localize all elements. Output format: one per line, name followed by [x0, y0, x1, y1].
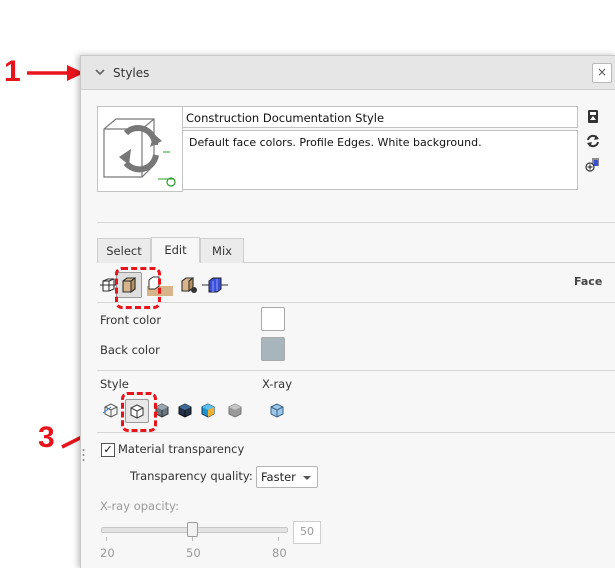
xray-opacity-label: X-ray opacity: [100, 499, 179, 513]
xray-opacity-input[interactable]: 50 [293, 521, 321, 544]
transparency-quality-value: Faster [261, 470, 296, 484]
update-style-icon[interactable] [585, 109, 601, 125]
wireframe-style-icon[interactable] [102, 401, 120, 419]
style-label: Style [100, 377, 129, 391]
close-button[interactable]: × [592, 63, 612, 83]
style-description-input[interactable]: Default face colors. Profile Edges. Whit… [182, 130, 578, 190]
xray-label: X-ray [262, 377, 293, 391]
divider [97, 370, 615, 371]
slider-tick [106, 537, 107, 541]
panel-titlebar[interactable]: Styles × [81, 56, 615, 90]
annotation-highlight-hidden-line [121, 392, 157, 432]
slider-tick [278, 537, 279, 541]
create-style-icon[interactable] [585, 156, 601, 172]
annotation-number-1: 1 [4, 55, 21, 88]
watermark-settings-icon[interactable] [180, 276, 198, 294]
chevron-down-icon[interactable] [93, 65, 107, 79]
annotation-number-3: 3 [38, 421, 55, 454]
monochrome-style-icon[interactable] [226, 401, 244, 419]
style-preview-icon [103, 118, 176, 187]
styles-panel: Styles × Construction Documentation Styl… [80, 55, 615, 568]
resize-handle-icon[interactable] [82, 448, 85, 462]
divider [97, 432, 615, 433]
front-color-label: Front color [100, 313, 162, 327]
tab-mix[interactable]: Mix [200, 238, 244, 263]
face-heading: Face [574, 275, 603, 288]
style-name-input[interactable]: Construction Documentation Style [182, 106, 578, 128]
slider-tick-label-50: 50 [186, 546, 201, 560]
refresh-icon[interactable] [585, 133, 601, 149]
divider [97, 302, 615, 303]
modeling-settings-icon[interactable] [202, 276, 228, 294]
shaded-blue-style-icon[interactable] [199, 401, 217, 419]
slider-tick-label-80: 80 [272, 546, 287, 560]
divider [97, 222, 615, 223]
back-color-swatch[interactable] [261, 337, 285, 361]
material-transparency-checkbox[interactable]: ✓ [101, 443, 115, 457]
material-transparency-label: Material transparency [118, 442, 245, 456]
style-thumbnail[interactable] [97, 106, 183, 192]
xray-icon[interactable] [268, 401, 286, 419]
tab-edit[interactable]: Edit [151, 237, 200, 263]
transparency-quality-label: Transparency quality: [130, 469, 253, 483]
panel-title: Styles [113, 66, 150, 80]
xray-opacity-slider-thumb[interactable] [187, 522, 198, 537]
tab-baseline [244, 262, 615, 263]
shaded-with-textures-style-icon[interactable] [176, 401, 194, 419]
slider-tick-label-20: 20 [100, 546, 115, 560]
back-color-label: Back color [100, 343, 160, 357]
front-color-swatch[interactable] [261, 307, 285, 331]
slider-tick [192, 537, 193, 541]
transparency-quality-select[interactable]: Faster [256, 466, 318, 488]
tab-select[interactable]: Select [97, 238, 151, 263]
chevron-down-icon [303, 476, 311, 480]
